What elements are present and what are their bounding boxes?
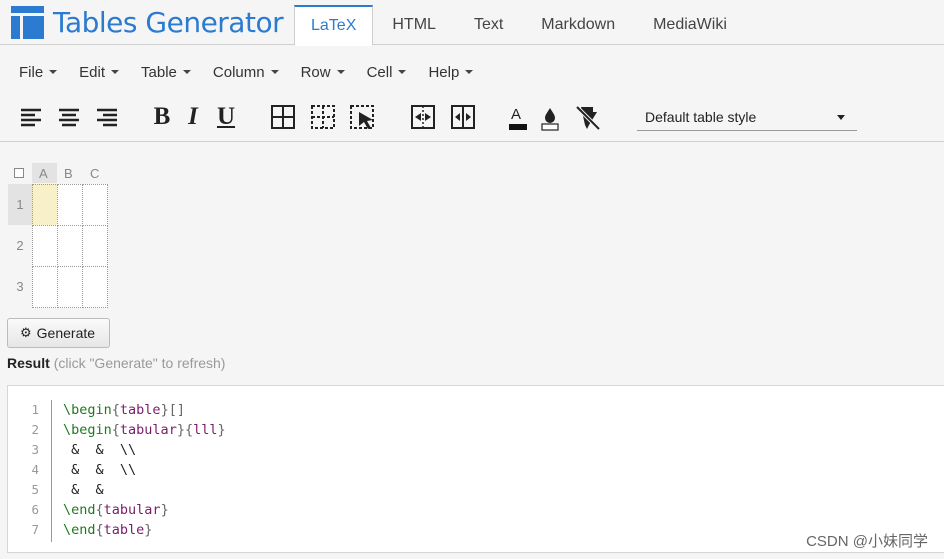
result-heading: Result (click "Generate" to refresh): [7, 355, 225, 371]
code-output[interactable]: 1 2 3 4 5 6 7 \begin{table}[] \begin{tabu…: [7, 385, 944, 553]
code-lines: \begin{table}[] \begin{tabular}{lll} & & …: [63, 400, 226, 540]
no-borders-icon[interactable]: [308, 102, 338, 132]
menu-help[interactable]: Help: [417, 57, 484, 87]
table-cell[interactable]: [82, 184, 108, 226]
watermark: CSDN @小妹同学: [806, 533, 928, 550]
menu-label: Column: [212, 63, 265, 81]
generate-label: Generate: [36, 325, 96, 341]
caret-down-icon: [336, 70, 345, 74]
caret-down-icon: [837, 115, 845, 120]
column-header-b[interactable]: B: [64, 166, 73, 181]
result-hint: (click "Generate" to refresh): [53, 355, 226, 371]
code-line: & & \\: [63, 462, 137, 478]
menu-row[interactable]: Row: [290, 57, 356, 87]
caret-down-icon: [465, 70, 474, 74]
code-line: \begin{table}[]: [63, 402, 185, 418]
menu-edit[interactable]: Edit: [68, 57, 130, 87]
line-number: 3: [31, 442, 39, 457]
code-line: \begin{tabular}{lll}: [63, 422, 226, 438]
column-header-a[interactable]: A: [39, 166, 48, 181]
logo[interactable]: Tables Generator: [11, 6, 284, 39]
row-header-1[interactable]: 1: [8, 184, 32, 225]
app-header: Tables Generator LaTeX HTML Text Markdow…: [0, 0, 944, 46]
line-number: 4: [31, 462, 39, 477]
caret-down-icon: [270, 70, 279, 74]
caret-down-icon: [398, 70, 407, 74]
app-title: Tables Generator: [53, 6, 284, 39]
row-header-2[interactable]: 2: [8, 225, 32, 266]
clear-format-icon[interactable]: [572, 102, 602, 132]
generate-button[interactable]: ⚙ Generate: [7, 318, 110, 348]
table-cell[interactable]: [57, 184, 83, 226]
tab-markdown[interactable]: Markdown: [522, 5, 634, 45]
menu-bar: File Edit Table Column Row Cell Help: [8, 57, 484, 87]
merge-cells-icon[interactable]: [408, 102, 438, 132]
caret-down-icon: [49, 70, 58, 74]
menu-table[interactable]: Table: [130, 57, 202, 87]
menu-file[interactable]: File: [8, 57, 68, 87]
line-number-gutter: 1 2 3 4 5 6 7: [8, 400, 52, 542]
menu-label: File: [19, 63, 44, 81]
tab-html[interactable]: HTML: [373, 5, 455, 45]
menu-column[interactable]: Column: [202, 57, 290, 87]
text-color-icon[interactable]: A: [503, 102, 533, 132]
code-line: \end{tabular}: [63, 502, 169, 518]
border-select-icon[interactable]: [348, 102, 378, 132]
caret-down-icon: [111, 70, 120, 74]
line-number: 1: [31, 402, 39, 417]
menu-label: Row: [300, 63, 331, 81]
line-number: 5: [31, 482, 39, 497]
caret-down-icon: [182, 70, 191, 74]
result-label: Result: [7, 355, 50, 371]
table-cell[interactable]: [32, 184, 58, 226]
menu-label: Help: [428, 63, 460, 81]
table-cell[interactable]: [82, 225, 108, 267]
gears-icon: ⚙: [20, 325, 32, 340]
menu-cell[interactable]: Cell: [356, 57, 418, 87]
table-style-value: Default table style: [645, 108, 757, 125]
background-color-icon[interactable]: [535, 102, 565, 132]
underline-icon[interactable]: U: [211, 102, 241, 132]
code-line: \end{table}: [63, 522, 153, 538]
align-right-icon[interactable]: [92, 102, 122, 132]
logo-icon: [11, 6, 44, 39]
italic-icon[interactable]: I: [178, 102, 208, 132]
align-left-icon[interactable]: [16, 102, 46, 132]
tab-latex[interactable]: LaTeX: [294, 5, 374, 46]
menu-label: Edit: [79, 63, 106, 81]
code-line: & &: [63, 482, 104, 498]
table-cell[interactable]: [82, 266, 108, 308]
menu-label: Table: [141, 63, 177, 81]
svg-text:A: A: [511, 106, 521, 123]
tab-text[interactable]: Text: [455, 5, 522, 45]
menu-label: Cell: [366, 63, 393, 81]
line-number: 7: [31, 522, 39, 537]
table-cell[interactable]: [32, 225, 58, 267]
column-header-c[interactable]: C: [90, 166, 99, 181]
table-cell[interactable]: [57, 225, 83, 267]
split-cells-icon[interactable]: [448, 102, 478, 132]
line-number: 2: [31, 422, 39, 437]
select-all-checkbox[interactable]: [14, 168, 24, 178]
code-line: & & \\: [63, 442, 137, 458]
bold-icon[interactable]: B: [147, 102, 177, 132]
table-cell[interactable]: [32, 266, 58, 308]
all-borders-icon[interactable]: [268, 102, 298, 132]
row-header-3[interactable]: 3: [8, 266, 32, 307]
line-number: 6: [31, 502, 39, 517]
tab-mediawiki[interactable]: MediaWiki: [634, 5, 746, 45]
table-style-select[interactable]: Default table style: [637, 103, 857, 131]
format-tabs: LaTeX HTML Text Markdown MediaWiki: [294, 5, 746, 46]
toolbar: B I U A Default table style: [0, 98, 944, 142]
table-cell[interactable]: [57, 266, 83, 308]
align-center-icon[interactable]: [54, 102, 84, 132]
